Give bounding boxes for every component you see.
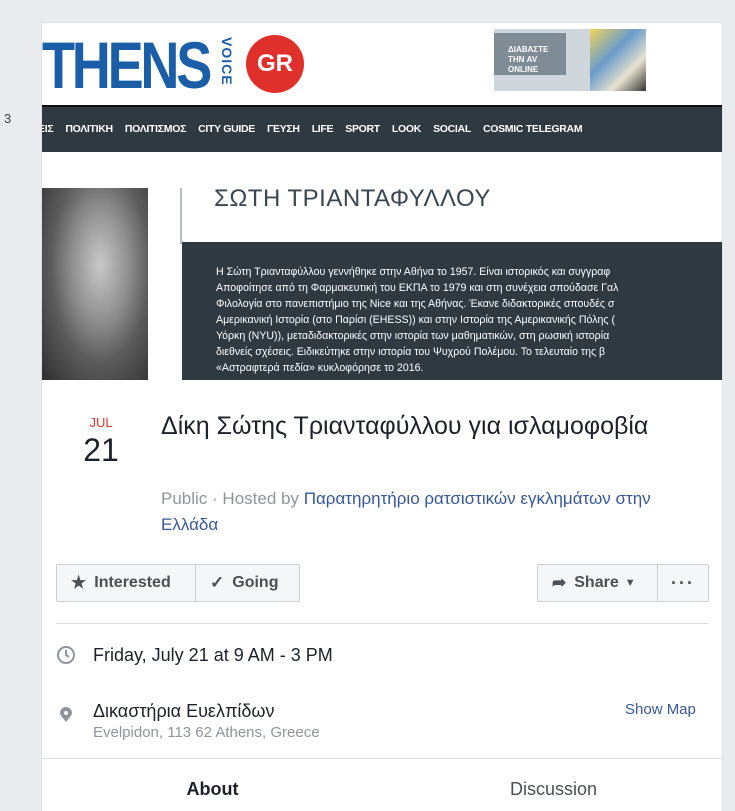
event-day: 21 — [83, 432, 119, 468]
author-bio-box: Η Σώτη Τριανταφύλλου γεννήθηκε στην Αθήν… — [182, 242, 722, 380]
author-bio: Η Σώτη Τριανταφύλλου γεννήθηκε στην Αθήν… — [216, 266, 619, 374]
nav-item: LIFE — [311, 123, 334, 135]
place-name[interactable]: Δικαστήρια Ευελπίδων — [93, 700, 320, 722]
nav-item: CITY GUIDE — [198, 123, 255, 135]
interested-label: Interested — [94, 574, 171, 591]
nav-item: ΠΟΛΙΤΙΣΜΟΣ — [124, 123, 187, 135]
check-icon: ✓ — [210, 573, 225, 592]
event-time-row: Friday, July 21 at 9 AM - 3 PM — [56, 645, 333, 670]
nav-item: SPORT — [345, 123, 380, 135]
nav-item: LOOK — [391, 123, 422, 135]
hosted-by-label: · Hosted by — [207, 489, 304, 508]
location-pin-icon — [56, 700, 82, 735]
logo-gr-badge: GR — [246, 35, 304, 93]
side-count: 3 — [4, 111, 12, 126]
athens-voice-logo: THENS — [42, 28, 212, 102]
logo-voice-text: VOICE — [219, 37, 235, 86]
promo-magazine-image — [590, 29, 646, 91]
nav-item: SOCIAL — [433, 123, 471, 135]
place-address: Evelpidon, 113 62 Athens, Greece — [93, 724, 320, 741]
share-buttons: ➦ Share ▼ ··· — [537, 564, 709, 602]
event-privacy: Public — [161, 489, 208, 508]
section-divider — [56, 623, 709, 624]
author-divider — [180, 188, 182, 244]
event-title: Δίκη Σώτης Τριανταφύλλου για ισλαμοφοβία — [161, 412, 649, 440]
rsvp-buttons: ★ Interested ✓ Going — [56, 564, 300, 602]
tab-discussion[interactable]: Discussion — [383, 759, 722, 811]
publication-navbar: ΕΙΣ ΠΟΛΙΤΙΚΗ ΠΟΛΙΤΙΣΜΟΣ CITY GUIDE ΓΕΥΣΗ… — [42, 105, 722, 152]
nav-item: ΠΟΛΙΤΙΚΗ — [65, 123, 113, 135]
author-name: ΣΩΤΗ ΤΡΙΑΝΤΑΦΥΛΛΟΥ — [214, 185, 491, 212]
nav-item: COSMIC TELEGRAM — [482, 123, 583, 135]
show-map-link[interactable]: Show Map — [625, 701, 696, 718]
event-cover-image[interactable]: THENS VOICE GR ΔΙΑΒΑΣΤΕ ΤΗΝ AV ONLINE ΕΙ… — [42, 23, 722, 380]
star-icon: ★ — [71, 573, 87, 592]
event-time: Friday, July 21 at 9 AM - 3 PM — [93, 645, 333, 665]
event-card: THENS VOICE GR ΔΙΑΒΑΣΤΕ ΤΗΝ AV ONLINE ΕΙ… — [41, 22, 723, 811]
share-arrow-icon: ➦ — [552, 573, 567, 592]
more-options-button[interactable]: ··· — [658, 564, 709, 602]
nav-item: ΓΕΥΣΗ — [266, 123, 300, 135]
event-month: JUL — [89, 415, 113, 430]
going-label: Going — [232, 574, 279, 591]
author-section: ΣΩΤΗ ΤΡΙΑΝΤΑΦΥΛΛΟΥ Η Σώτη Τριανταφύλλου … — [42, 152, 722, 380]
caret-down-icon: ▼ — [624, 577, 636, 589]
share-label: Share — [574, 574, 619, 591]
publication-header: THENS VOICE GR ΔΙΑΒΑΣΤΕ ΤΗΝ AV ONLINE — [42, 23, 722, 105]
promo-label: ΔΙΑΒΑΣΤΕ ΤΗΝ AV ONLINE — [494, 33, 566, 75]
nav-item: ΕΙΣ — [42, 123, 54, 135]
clock-icon — [56, 645, 82, 670]
event-location-row: Δικαστήρια Ευελπίδων Evelpidon, 113 62 A… — [56, 700, 320, 741]
going-button[interactable]: ✓ Going — [196, 564, 300, 602]
share-button[interactable]: ➦ Share ▼ — [537, 564, 658, 602]
event-meta: Public · Hosted by Παρατηρητήριο ρατσιστ… — [161, 486, 701, 538]
interested-button[interactable]: ★ Interested — [56, 564, 196, 602]
event-tabs: About Discussion — [42, 758, 722, 811]
promo-banner: ΔΙΑΒΑΣΤΕ ΤΗΝ AV ONLINE — [494, 29, 646, 91]
tab-about[interactable]: About — [42, 759, 383, 811]
event-date: JUL 21 — [72, 415, 130, 470]
author-photo — [42, 188, 148, 380]
